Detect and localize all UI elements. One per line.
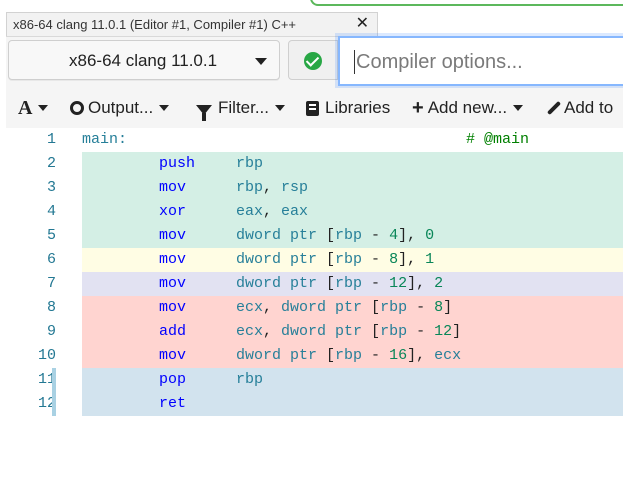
asm-mnemonic: push <box>159 155 196 172</box>
code-text: mov ecx, dword ptr [rbp - 8] <box>82 296 623 320</box>
font-size-dropdown[interactable]: A <box>18 88 49 128</box>
code-line[interactable]: 5 mov dword ptr [rbp - 4], 0 <box>6 224 623 248</box>
code-text: mov rbp, rsp <box>82 176 623 200</box>
code-text: pop rbp <box>82 368 623 392</box>
font-size-icon: A <box>18 96 33 119</box>
gear-icon <box>70 101 84 115</box>
code-line[interactable]: 2 push rbp <box>6 152 623 176</box>
line-number: 6 <box>46 251 56 268</box>
plus-icon: + <box>412 96 424 119</box>
check-circle-icon <box>304 52 322 70</box>
asm-operands: eax, eax <box>236 203 309 220</box>
filter-label: Filter... <box>218 98 270 117</box>
book-icon <box>306 100 319 116</box>
code-line[interactable]: 9 add ecx, dword ptr [rbp - 12] <box>6 320 623 344</box>
code-text: main: # @main <box>82 128 623 152</box>
compiler-select[interactable]: x86-64 clang 11.0.1 <box>8 40 280 80</box>
tab-title: x86-64 clang 11.0.1 (Editor #1, Compiler… <box>13 17 297 32</box>
asm-mnemonic: xor <box>159 203 187 220</box>
add-tool-label: Add to <box>564 98 614 117</box>
code-line[interactable]: 3 mov rbp, rsp <box>6 176 623 200</box>
brush-icon <box>546 100 562 116</box>
asm-mnemonic: mov <box>159 227 187 244</box>
code-line[interactable]: 12 ret <box>6 392 623 416</box>
line-number: 5 <box>46 227 56 244</box>
code-line[interactable]: 8 mov ecx, dword ptr [rbp - 8] <box>6 296 623 320</box>
chevron-down-icon <box>255 58 267 65</box>
asm-mnemonic: ret <box>159 395 187 412</box>
libraries-button[interactable]: Libraries <box>306 88 390 128</box>
code-text: mov dword ptr [rbp - 4], 0 <box>82 224 623 248</box>
libraries-label: Libraries <box>325 98 391 117</box>
line-number: 12 <box>37 395 56 412</box>
asm-mnemonic: mov <box>159 347 187 364</box>
compiler-tab[interactable]: x86-64 clang 11.0.1 (Editor #1, Compiler… <box>6 12 378 36</box>
asm-mnemonic: mov <box>159 251 187 268</box>
asm-label: main: <box>82 131 128 148</box>
code-text: xor eax, eax <box>82 200 623 224</box>
code-line[interactable]: 4 xor eax, eax <box>6 200 623 224</box>
adjacent-panel-border <box>310 0 623 6</box>
line-number: 8 <box>46 299 56 316</box>
code-text: push rbp <box>82 152 623 176</box>
asm-operands: dword ptr [rbp - 16], ecx <box>236 347 462 364</box>
compiler-options-field[interactable] <box>338 36 623 86</box>
asm-operands: dword ptr [rbp - 12], 2 <box>236 275 444 292</box>
asm-mnemonic: mov <box>159 275 187 292</box>
compile-status-button[interactable] <box>288 40 338 80</box>
line-number: 9 <box>46 323 56 340</box>
asm-mnemonic: mov <box>159 179 187 196</box>
code-line[interactable]: 1 main: # @main <box>6 128 623 152</box>
code-text: mov dword ptr [rbp - 12], 2 <box>82 272 623 296</box>
asm-operands: rbp <box>236 155 264 172</box>
code-line[interactable]: 7 mov dword ptr [rbp - 12], 2 <box>6 272 623 296</box>
text-cursor <box>354 50 355 74</box>
code-text: mov dword ptr [rbp - 8], 1 <box>82 248 623 272</box>
code-text: mov dword ptr [rbp - 16], ecx <box>82 344 623 368</box>
chevron-down-icon <box>38 105 49 111</box>
line-number: 4 <box>46 203 56 220</box>
asm-operands: ecx, dword ptr [rbp - 8] <box>236 299 453 316</box>
asm-comment: # @main <box>466 131 530 148</box>
assembly-editor[interactable]: 1 main: # @main 2 push rbp 3 mov rbp, rsp 4 xor eax… <box>6 128 623 491</box>
code-line[interactable]: 6 mov dword ptr [rbp - 8], 1 <box>6 248 623 272</box>
output-label: Output... <box>88 98 154 117</box>
asm-operands: dword ptr [rbp - 8], 1 <box>236 251 435 268</box>
pane-toolbar: A Output... Filter... Libraries + Add ne… <box>6 88 623 129</box>
code-text: ret <box>82 392 623 416</box>
line-number: 10 <box>37 347 56 364</box>
add-new-label: Add new... <box>427 98 508 117</box>
gutter-marker <box>52 368 56 392</box>
asm-operands: rbp <box>236 371 264 388</box>
compiler-options-input[interactable] <box>354 46 623 78</box>
close-icon[interactable]: ✕ <box>356 15 369 33</box>
code-line[interactable]: 10 mov dword ptr [rbp - 16], ecx <box>6 344 623 368</box>
line-number: 3 <box>46 179 56 196</box>
chevron-down-icon <box>513 105 524 111</box>
filter-icon <box>196 105 212 121</box>
add-new-dropdown[interactable]: + Add new... <box>412 88 524 128</box>
gutter-marker <box>52 392 56 416</box>
line-number: 7 <box>46 275 56 292</box>
chevron-down-icon <box>159 105 170 111</box>
asm-mnemonic: pop <box>159 371 187 388</box>
code-line[interactable]: 11 pop rbp <box>6 368 623 392</box>
line-number: 11 <box>37 371 56 388</box>
filter-dropdown[interactable]: Filter... <box>196 88 286 128</box>
asm-mnemonic: add <box>159 323 187 340</box>
asm-operands: rbp, rsp <box>236 179 309 196</box>
compiler-name: x86-64 clang 11.0.1 <box>69 51 218 70</box>
asm-operands: ecx, dword ptr [rbp - 12] <box>236 323 462 340</box>
asm-operands: dword ptr [rbp - 4], 0 <box>236 227 435 244</box>
chevron-down-icon <box>275 105 286 111</box>
add-tool-dropdown[interactable]: Add to <box>546 88 614 128</box>
compiler-pane: x86-64 clang 11.0.1 (Editor #1, Compiler… <box>0 0 623 491</box>
code-text: add ecx, dword ptr [rbp - 12] <box>82 320 623 344</box>
output-dropdown[interactable]: Output... <box>70 88 170 128</box>
asm-mnemonic: mov <box>159 299 187 316</box>
line-number: 1 <box>46 131 56 148</box>
line-number: 2 <box>46 155 56 172</box>
